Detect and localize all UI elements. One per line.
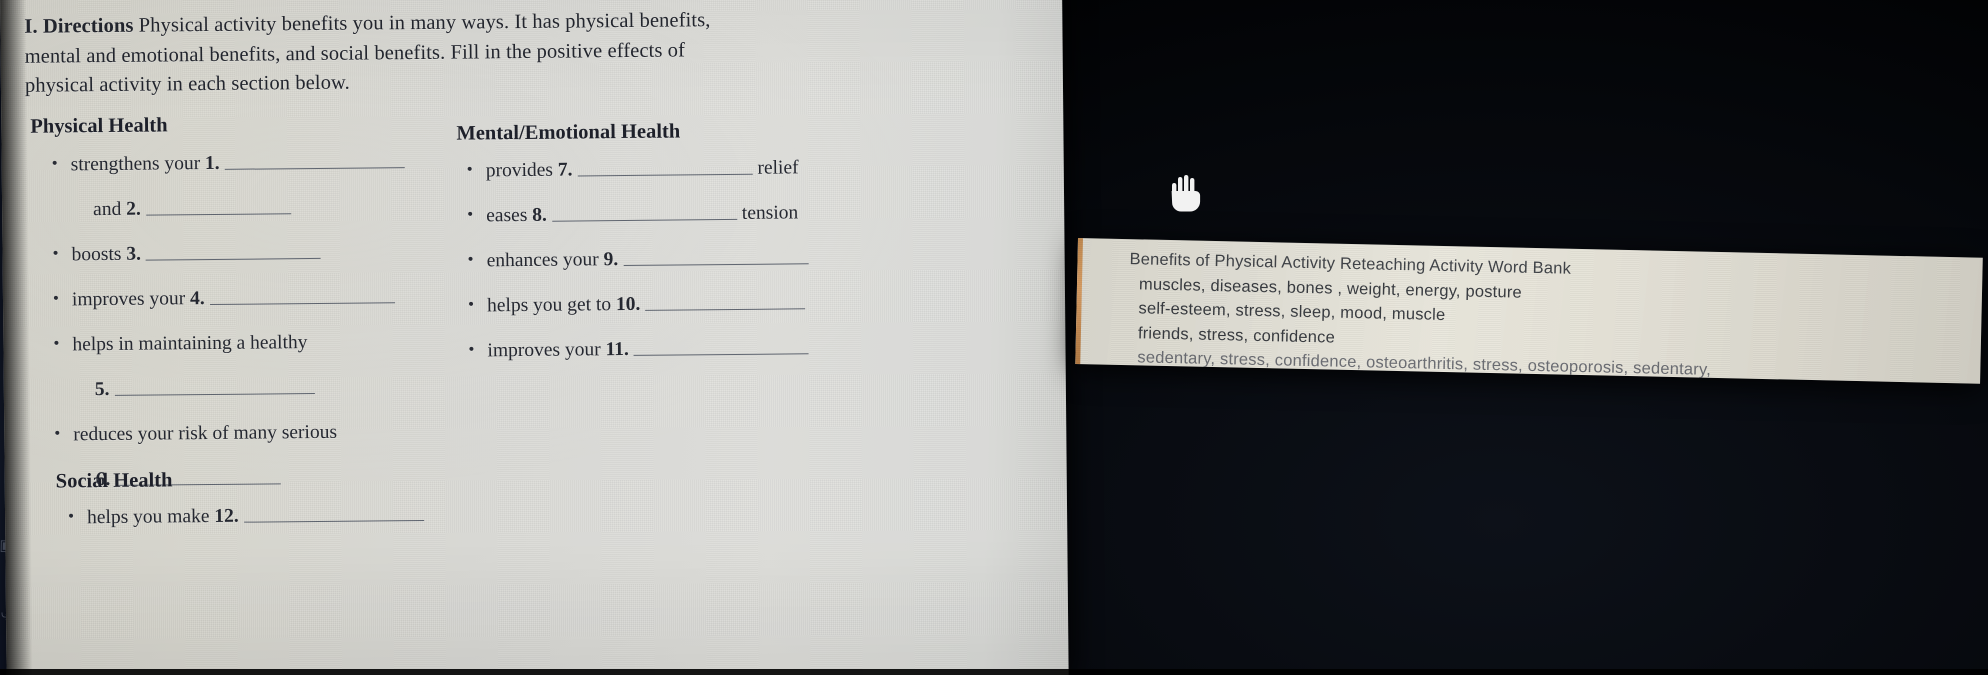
page-left-shadow	[0, 0, 33, 675]
social-health-list: helps you make 12.	[63, 504, 533, 554]
item-number: 12.	[214, 505, 239, 527]
item-prefix: strengthens your	[70, 153, 201, 176]
list-item: provides 7. relief	[462, 156, 1022, 181]
item-prefix: helps you make	[86, 506, 210, 529]
item-prefix: helps in maintaining a healthy	[72, 332, 308, 356]
answer-blank[interactable]	[577, 172, 753, 177]
directions-label: I. Directions	[24, 14, 134, 38]
answer-blank[interactable]	[551, 217, 737, 222]
answer-blank[interactable]	[623, 262, 809, 267]
item-number: 5.	[94, 378, 110, 401]
list-item: reduces your risk of many serious	[49, 421, 519, 446]
item-suffix: relief	[757, 157, 799, 179]
section-heading-mental-emotional-health: Mental/Emotional Health	[456, 120, 681, 145]
list-item: helps you make 12.	[63, 504, 533, 529]
item-prefix: boosts	[71, 243, 122, 266]
item-prefix: improves your	[71, 288, 186, 311]
item-prefix: enhances your	[486, 249, 599, 272]
answer-blank[interactable]	[114, 391, 315, 396]
list-item: helps in maintaining a healthy	[48, 331, 518, 356]
item-prefix: improves your	[487, 339, 601, 362]
list-item: enhances your 9.	[463, 246, 1023, 271]
item-number: 11.	[605, 338, 629, 361]
answer-blank[interactable]	[145, 212, 291, 216]
answer-blank[interactable]	[209, 301, 395, 306]
item-number: 8.	[532, 204, 547, 226]
item-number: 4.	[189, 288, 205, 310]
list-item: eases 8. tension	[462, 201, 1022, 226]
section-heading-social-health: Social Health	[55, 469, 173, 493]
item-number: 9.	[603, 249, 619, 271]
answer-blank[interactable]	[224, 166, 405, 170]
item-prefix: helps you get to	[486, 294, 612, 317]
physical-health-list: strengthens your 1. and 2. boosts 3. improv…	[47, 151, 520, 515]
item-number: 2.	[126, 198, 141, 220]
item-prefix: reduces your risk of many serious	[73, 421, 338, 446]
item-number: 10.	[615, 293, 641, 316]
worksheet-page[interactable]: I. Directions Physical activity benefits…	[0, 0, 1069, 675]
section-heading-physical-health: Physical Health	[30, 114, 168, 138]
item-prefix: eases	[486, 204, 528, 227]
item-suffix: tension	[741, 202, 799, 224]
item-prefix: provides	[485, 159, 554, 182]
answer-blank[interactable]	[145, 256, 321, 261]
list-item: helps you get to 10.	[463, 291, 1023, 316]
list-item: strengthens your 1.	[47, 151, 517, 176]
item-number: 3.	[126, 243, 142, 265]
directions-paragraph: I. Directions Physical activity benefits…	[24, 6, 745, 101]
screen-photo: ▮ ▣ ⤷ I. Directions Physical activity be…	[0, 0, 1988, 675]
word-bank-panel[interactable]: Benefits of Physical Activity Reteaching…	[1075, 238, 1983, 384]
answer-blank[interactable]	[243, 518, 424, 523]
list-item: and 2.	[47, 196, 517, 221]
list-item: 5.	[49, 376, 519, 401]
list-item: improves your 4.	[48, 286, 518, 311]
item-prefix: and	[93, 198, 122, 221]
mental-emotional-health-list: provides 7. relief eases 8. tension enhances…	[462, 156, 1024, 386]
answer-blank[interactable]	[633, 352, 809, 356]
list-item: boosts 3.	[47, 241, 517, 266]
hand-cursor-icon	[1168, 172, 1204, 214]
item-number: 7.	[557, 159, 573, 181]
item-number: 1.	[204, 152, 220, 175]
screen-bottom-bezel	[0, 669, 1988, 675]
list-item: improves your 11.	[463, 336, 1023, 361]
answer-blank[interactable]	[645, 307, 806, 311]
